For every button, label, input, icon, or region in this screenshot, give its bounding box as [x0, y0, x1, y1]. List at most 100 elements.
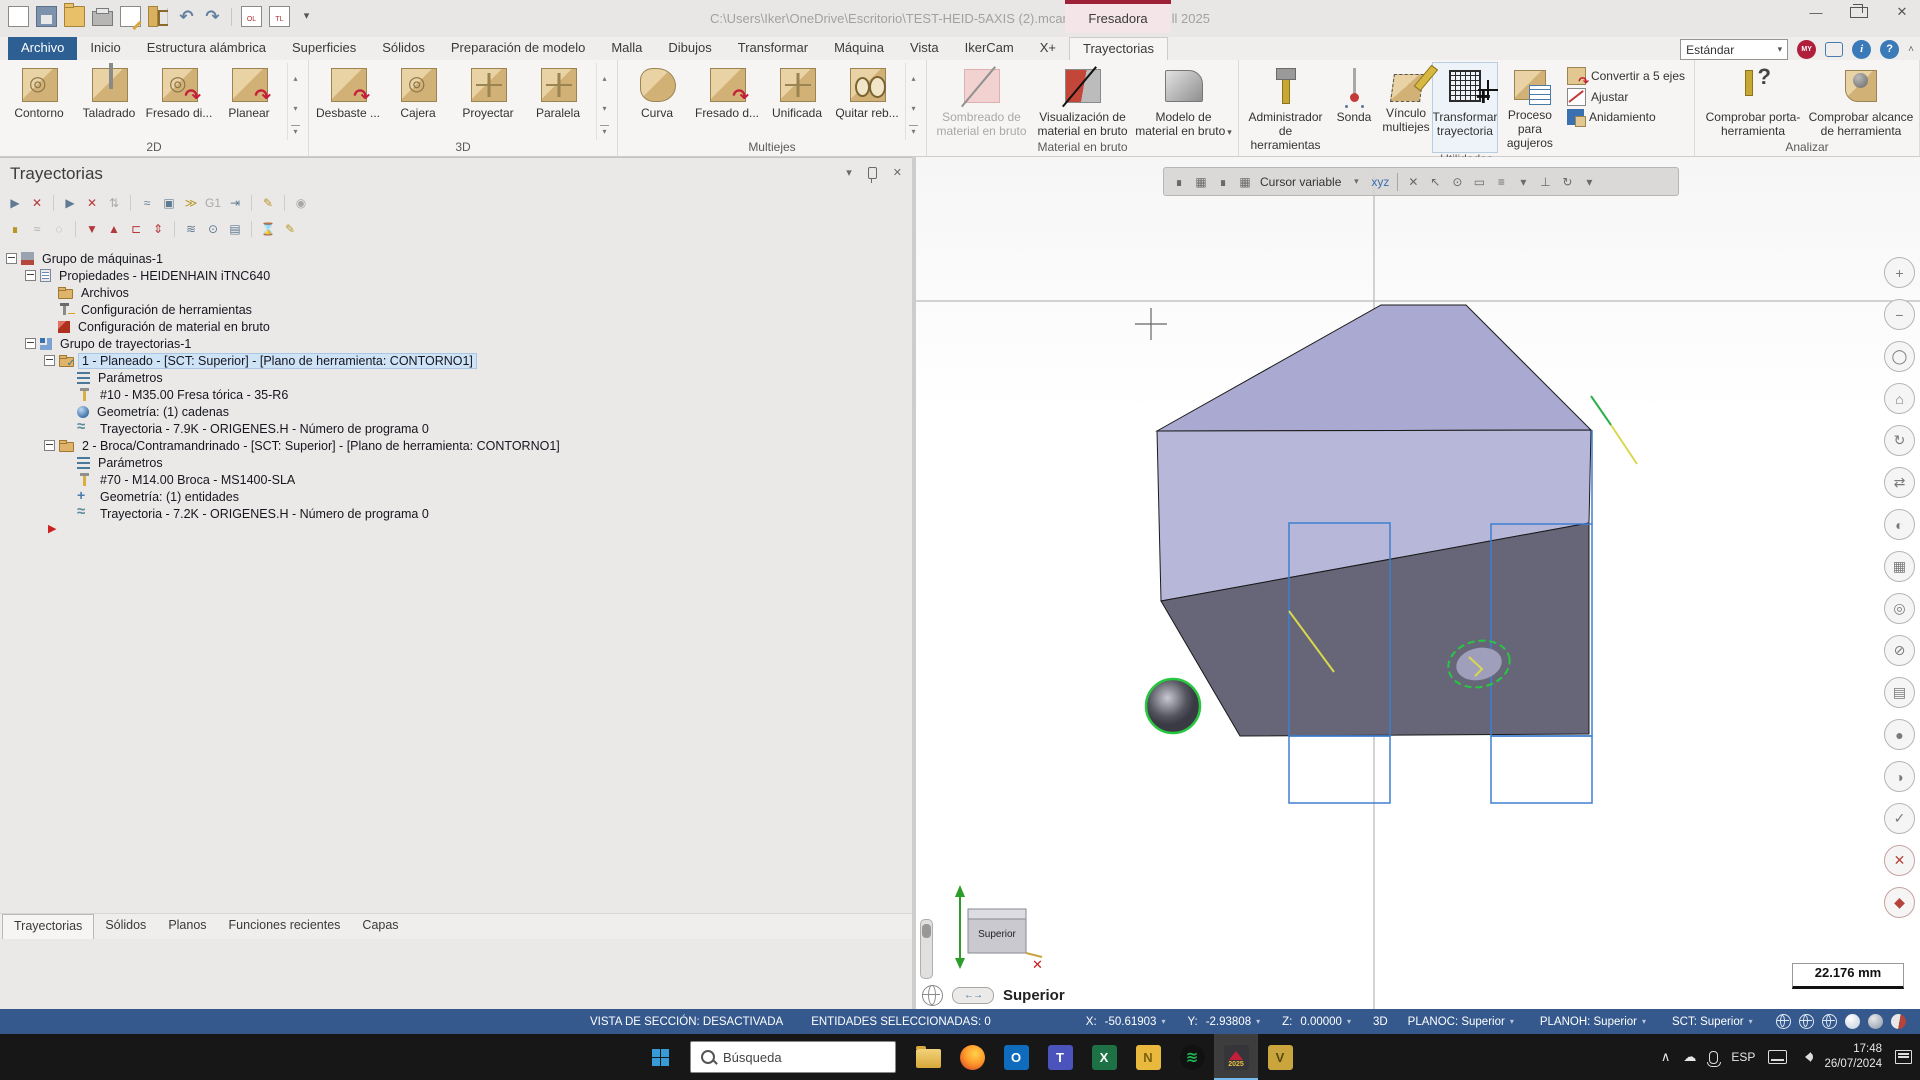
clock[interactable]: 17:48 26/07/2024 [1824, 1042, 1882, 1072]
regenerate-dirty-icon[interactable]: ✕ [83, 194, 101, 212]
lock-operations-icon[interactable]: ∎ [6, 220, 24, 238]
taskbar-app-teams[interactable]: T [1038, 1034, 1082, 1080]
ribbon-button-comprobar-porta-herramienta[interactable]: Comprobar porta-herramienta [1700, 63, 1806, 140]
ribbon-button-administrador-de-herramientas[interactable]: Administrador de herramientas [1244, 63, 1327, 152]
ribbon-button-v-nculo-multiejes[interactable]: Vínculo multiejes [1381, 63, 1431, 152]
tab-m-quina[interactable]: Máquina [821, 37, 897, 60]
preset-dropdown[interactable]: Estándar ▾ [1680, 39, 1788, 60]
scroll-up-icon[interactable]: ▴ [288, 63, 303, 93]
migration-icon[interactable] [148, 6, 158, 27]
g1-post-icon[interactable]: G1 [204, 194, 222, 212]
move-insert-up-icon[interactable]: ▲ [105, 220, 123, 238]
rotate-view-button[interactable]: ↻ [1884, 425, 1915, 456]
ribbon-button-taladrado[interactable]: Taladrado [75, 63, 143, 140]
scroll-down-icon[interactable]: ▾ [288, 93, 303, 123]
pin-icon[interactable] [868, 167, 877, 179]
ribbon-button-fresado-di[interactable]: Fresado di... [145, 63, 213, 140]
status-segment[interactable]: 0.00000▾ [1300, 1016, 1351, 1028]
tree-row[interactable]: Geometría: (1) cadenas [0, 403, 912, 420]
tree-row[interactable]: Archivos [0, 284, 912, 301]
taskbar-app-excel[interactable]: X [1082, 1034, 1126, 1080]
new-file-icon[interactable] [8, 6, 29, 27]
wcs-globe-icon[interactable] [922, 985, 943, 1006]
scroll-insert-icon[interactable]: ⇕ [149, 220, 167, 238]
select-entity-icon[interactable]: ↖ [1428, 175, 1442, 189]
graphics-viewport[interactable]: Superior ✕ ∎▦∎ ▦ Cursor variable ▾ xyz ✕… [916, 157, 1920, 1009]
select-by-toolpath-icon[interactable]: ≋ [182, 220, 200, 238]
select-by-geometry-icon[interactable]: ⊙ [204, 220, 222, 238]
status-segment[interactable]: -50.61903▾ [1105, 1016, 1166, 1028]
deselect-all-operations-icon[interactable]: ✕ [28, 194, 46, 212]
ribbon-button-visualizaci-n-de-material-en-bruto[interactable]: Visualización de material en bruto [1033, 63, 1132, 140]
snap-perpendicular-icon[interactable]: ⊥ [1538, 175, 1552, 189]
insert-arrow-icon[interactable]: ⊏ [127, 220, 145, 238]
ribbon-button-paralela[interactable]: Paralela [524, 63, 592, 140]
ribbon-button-desbaste[interactable]: Desbaste ... [314, 63, 382, 140]
tree-row[interactable]: 2 - Broca/Contramandrinado - [SCT: Super… [0, 437, 912, 454]
more-icon[interactable]: ▾ [297, 7, 316, 26]
tree-row[interactable]: Configuración de herramientas [0, 301, 912, 318]
minimize-button-icon[interactable]: — [1808, 5, 1824, 20]
scroll-down-icon[interactable]: ▾ [906, 93, 921, 123]
feedback-icon[interactable] [1825, 42, 1843, 57]
taskbar-app-media-app[interactable]: V [1258, 1034, 1302, 1080]
status-segment[interactable]: PLANOC: Superior▾ [1408, 1016, 1514, 1028]
scroll-up-icon[interactable]: ▴ [597, 63, 612, 93]
snap-list-icon[interactable]: ≡ [1494, 175, 1508, 189]
backplot-icon[interactable]: ≈ [138, 194, 156, 212]
expander-icon[interactable] [6, 253, 17, 264]
onedrive-cloud-icon[interactable]: ☁ [1683, 1049, 1696, 1065]
edit-common-parameters-icon[interactable]: ✎ [259, 194, 277, 212]
expander-icon[interactable] [25, 270, 36, 281]
expander-icon[interactable] [25, 338, 36, 349]
expander-icon[interactable] [44, 440, 55, 451]
help-icon[interactable]: ? [1880, 40, 1899, 59]
move-insert-down-icon[interactable]: ▼ [83, 220, 101, 238]
tree-row[interactable]: Parámetros [0, 369, 912, 386]
verify-icon[interactable]: ▣ [160, 194, 178, 212]
status-segment[interactable]: 3D [1373, 1016, 1388, 1028]
view-cycle-buttons[interactable]: ←→ [952, 987, 994, 1004]
move-operations-icon[interactable]: ⇅ [105, 194, 123, 212]
xyz-entry-icon[interactable]: xyz [1371, 175, 1389, 189]
wireframe-button[interactable]: ▦ [1884, 551, 1915, 582]
tab-estructura-al-mbrica[interactable]: Estructura alámbrica [134, 37, 279, 60]
scroll-up-icon[interactable]: ▴ [906, 63, 921, 93]
ribbon-button-unificada[interactable]: Unificada [763, 63, 831, 140]
panel-menu-chevron-icon[interactable]: ▾ [846, 166, 852, 179]
status-segment[interactable]: Y: [1187, 1016, 1197, 1028]
center-origin-button[interactable]: ◎ [1884, 593, 1915, 624]
panel-tab-s-lidos[interactable]: Sólidos [94, 914, 157, 939]
tab-superficies[interactable]: Superficies [279, 37, 369, 60]
tab-trayectorias[interactable]: Trayectorias [1069, 37, 1168, 60]
panel-tab-trayectorias[interactable]: Trayectorias [2, 914, 94, 939]
operations-doc-icon[interactable]: OL [241, 6, 262, 27]
expander-icon[interactable] [44, 355, 55, 366]
collapse-ribbon-icon[interactable]: ˄ [1908, 44, 1914, 55]
shading-button[interactable]: ◐ [1884, 509, 1915, 540]
volume-icon[interactable] [1800, 1052, 1811, 1062]
tab-s-lidos[interactable]: Sólidos [369, 37, 438, 60]
tree-row[interactable]: Propiedades - HEIDENHAIN iTNC640 [0, 267, 912, 284]
ribbon-button-proceso-para-agujeros[interactable]: Proceso para agujeros [1499, 63, 1561, 152]
pan-view-button[interactable]: ⇄ [1884, 467, 1915, 498]
panel-tab-planos[interactable]: Planos [157, 914, 217, 939]
regenerate-selected-icon[interactable]: ▶ [61, 194, 79, 212]
redo-icon[interactable]: ↷ [203, 7, 222, 26]
taskbar-app-spotify[interactable]: ≋ [1170, 1034, 1214, 1080]
status-segment[interactable]: -2.93808▾ [1206, 1016, 1260, 1028]
grid-snap-icon[interactable]: ▦ [1238, 175, 1252, 189]
tree-row[interactable]: Trayectoria - 7.9K - ORIGENES.H - Número… [0, 420, 912, 437]
more-options-icon[interactable]: ▾ [1582, 175, 1596, 189]
ribbon-small-button-convertir-a-5-ejes[interactable]: Convertir a 5 ejes [1567, 67, 1685, 85]
tab-dibujos[interactable]: Dibujos [655, 37, 724, 60]
tree-row[interactable]: Grupo de trayectorias-1 [0, 335, 912, 352]
print-icon[interactable] [92, 11, 113, 26]
tab-inicio[interactable]: Inicio [77, 37, 133, 60]
tree-row[interactable]: Trayectoria - 7.2K - ORIGENES.H - Número… [0, 505, 912, 522]
flyout-icon[interactable]: ▾ [909, 125, 918, 136]
language-indicator[interactable]: ESP [1731, 1050, 1755, 1064]
snap-midpoint-icon[interactable]: ▭ [1472, 175, 1486, 189]
tree-row[interactable]: Geometría: (1) entidades [0, 488, 912, 505]
status-globe-icon-0[interactable] [1776, 1014, 1791, 1029]
